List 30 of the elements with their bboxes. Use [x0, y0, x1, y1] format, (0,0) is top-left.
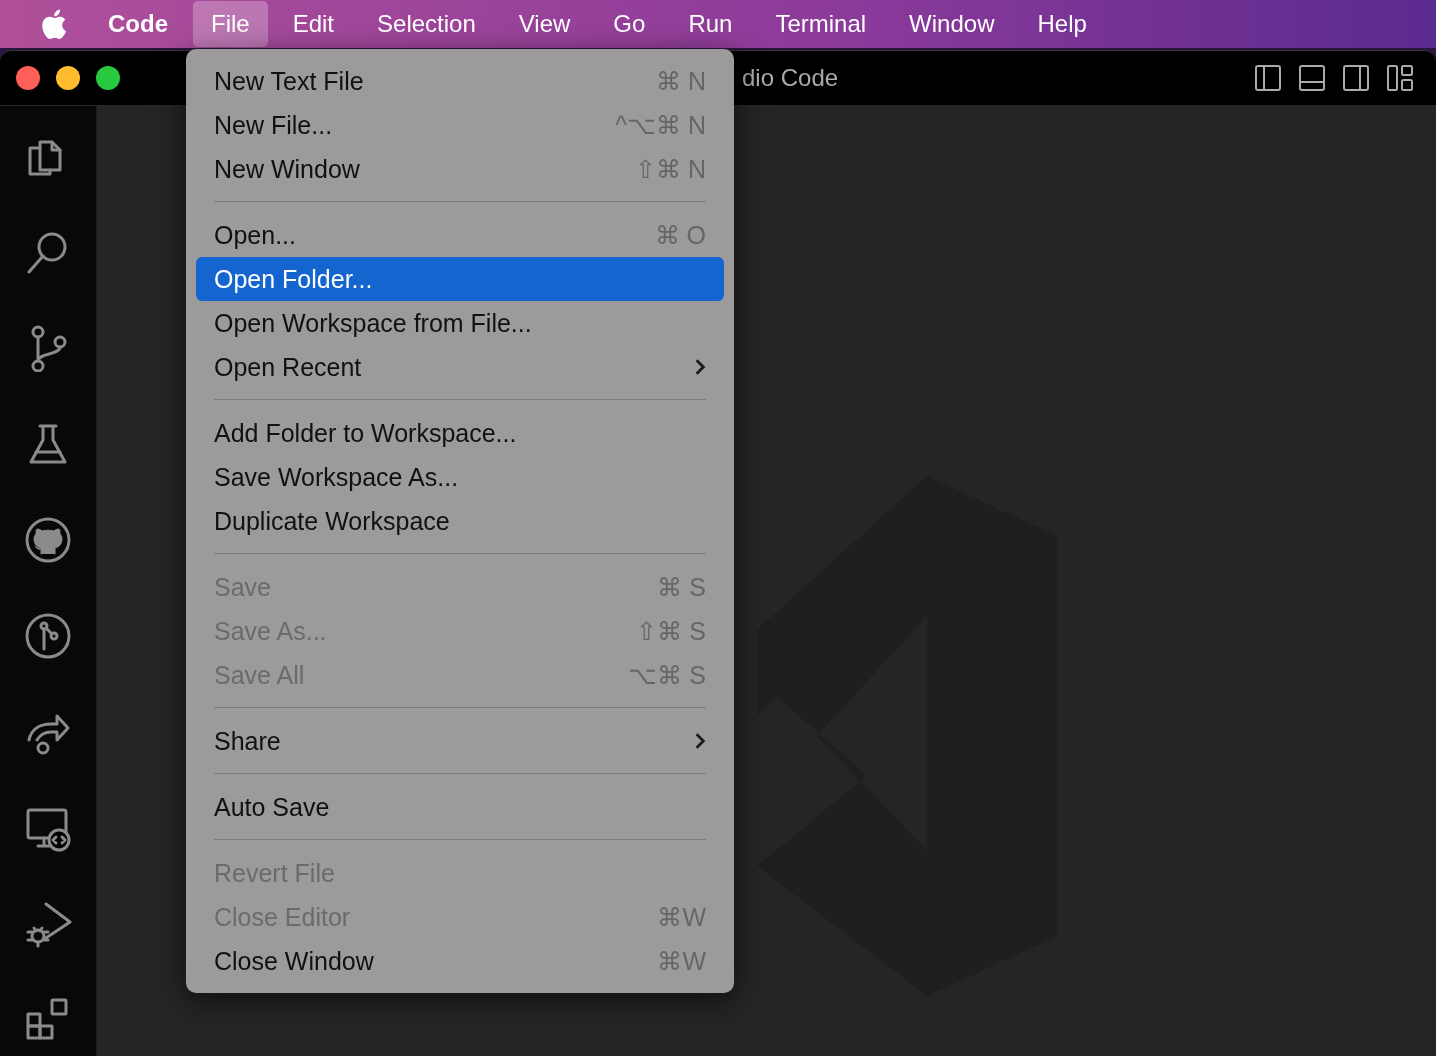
menu-item[interactable]: Save Workspace As... — [196, 455, 724, 499]
toggle-secondary-sidebar-icon[interactable] — [1342, 64, 1370, 92]
toggle-panel-icon[interactable] — [1298, 64, 1326, 92]
minimize-window-button[interactable] — [56, 66, 80, 90]
menu-item[interactable]: Add Folder to Workspace... — [196, 411, 724, 455]
menu-bar-item[interactable]: View — [500, 1, 589, 47]
toggle-sidebar-icon[interactable] — [1254, 64, 1282, 92]
close-window-button[interactable] — [16, 66, 40, 90]
menu-bar-item[interactable]: Help — [1019, 1, 1105, 47]
menu-bar-item[interactable]: Window — [891, 1, 1013, 47]
run-debug-icon[interactable] — [24, 900, 72, 948]
window-title: dio Code — [742, 64, 839, 92]
menu-item[interactable]: Auto Save — [196, 785, 724, 829]
menu-item[interactable]: Open Folder... — [196, 257, 724, 301]
menu-bar-item[interactable]: Terminal — [757, 1, 885, 47]
customize-layout-icon[interactable] — [1386, 64, 1414, 92]
chevron-right-icon — [694, 358, 706, 376]
menu-item[interactable]: Duplicate Workspace — [196, 499, 724, 543]
cat-circle-icon[interactable] — [24, 516, 72, 564]
menu-bar-item[interactable]: Run — [670, 1, 751, 47]
branch-circle-icon[interactable] — [24, 612, 72, 660]
chevron-right-icon — [694, 732, 706, 750]
menu-item[interactable]: Share — [196, 719, 724, 763]
menu-item[interactable]: Open Recent — [196, 345, 724, 389]
menu-bar-item[interactable]: Selection — [359, 1, 494, 47]
zoom-window-button[interactable] — [96, 66, 120, 90]
menu-bar-item[interactable]: Code — [90, 1, 186, 47]
menu-bar-item[interactable]: Go — [595, 1, 664, 47]
menu-bar-item[interactable]: Edit — [274, 1, 353, 47]
menu-item[interactable]: Open Workspace from File... — [196, 301, 724, 345]
